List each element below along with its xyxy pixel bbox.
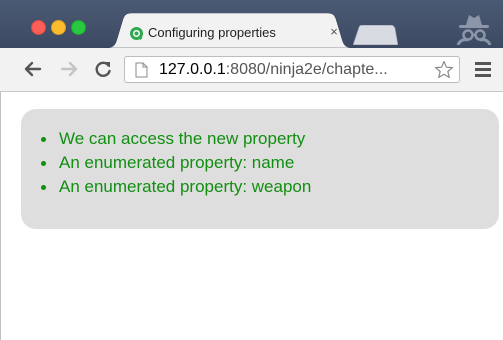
bullet-icon <box>41 161 46 166</box>
tab-configuring-properties[interactable]: Configuring properties × <box>103 13 356 48</box>
list-item-text: An enumerated property: name <box>59 153 295 172</box>
list-item-text: We can access the new property <box>59 129 306 148</box>
tab-title: Configuring properties <box>148 25 276 40</box>
url-host: 127.0.0.1 <box>159 61 226 78</box>
zoom-window-button[interactable] <box>71 20 86 35</box>
new-tab-button[interactable] <box>353 25 398 45</box>
tab-close-icon[interactable]: × <box>327 24 341 40</box>
page-icon <box>135 62 148 78</box>
list-item: An enumerated property: weapon <box>39 175 311 199</box>
reload-icon[interactable] <box>92 58 114 80</box>
results-list: We can access the new property An enumer… <box>39 127 311 199</box>
list-item-text: An enumerated property: weapon <box>59 177 312 196</box>
browser-toolbar: 127.0.0.1:8080/ninja2e/chapte... <box>0 48 503 92</box>
url-text[interactable]: 127.0.0.1:8080/ninja2e/chapte... <box>159 60 423 80</box>
close-window-button[interactable] <box>31 20 46 35</box>
back-arrow-icon[interactable] <box>22 58 44 80</box>
circle-favicon-icon <box>130 27 143 40</box>
forward-arrow-icon[interactable] <box>58 58 80 80</box>
list-item: An enumerated property: name <box>39 151 311 175</box>
address-bar[interactable]: 127.0.0.1:8080/ninja2e/chapte... <box>124 56 460 83</box>
star-icon[interactable] <box>434 60 454 80</box>
bullet-icon <box>41 137 46 142</box>
list-item: We can access the new property <box>39 127 311 151</box>
incognito-icon <box>456 15 492 45</box>
bullet-icon <box>41 185 46 190</box>
url-path: :8080/ninja2e/chapte... <box>225 61 388 78</box>
results-box: We can access the new property An enumer… <box>21 109 499 229</box>
minimize-window-button[interactable] <box>51 20 66 35</box>
browser-window: Configuring properties × 127.0.0.1:8080/… <box>0 0 503 340</box>
page-content: We can access the new property An enumer… <box>0 92 503 340</box>
tab-strip: Configuring properties × <box>0 0 503 48</box>
menu-icon[interactable] <box>474 61 492 78</box>
